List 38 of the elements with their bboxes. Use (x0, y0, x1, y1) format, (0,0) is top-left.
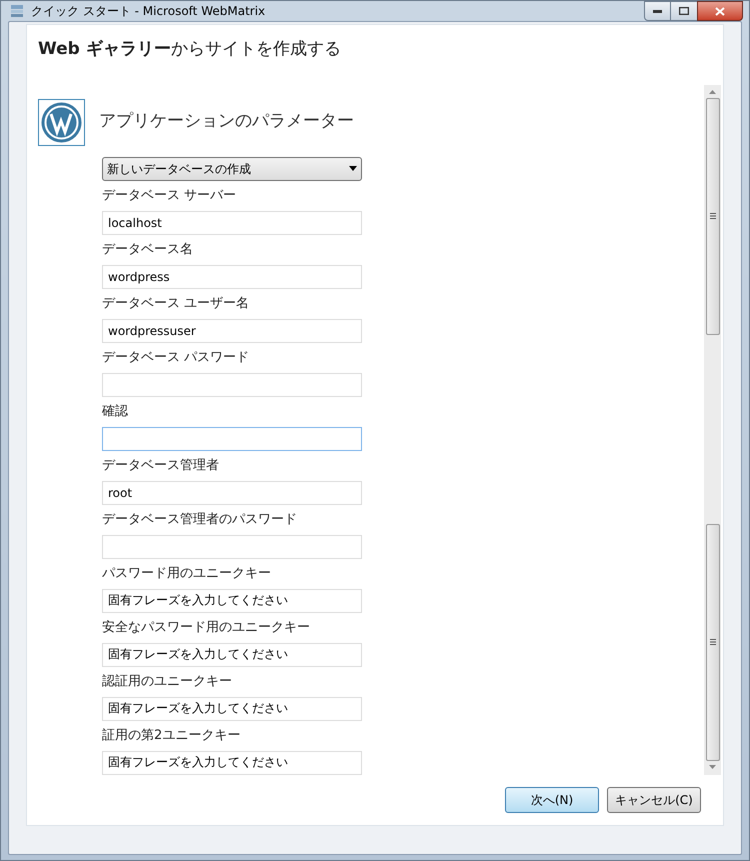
input-field[interactable]: wordpress (102, 264, 362, 288)
dialog-button[interactable]: キャンセル(C) (607, 786, 701, 812)
maximize-icon (679, 7, 689, 15)
input-field[interactable]: 固有フレーズを入力してください (102, 588, 362, 612)
dialog-button[interactable]: 次へ(N) (505, 786, 599, 812)
field-label: データベース名 (102, 240, 194, 258)
input-field[interactable]: localhost (102, 210, 362, 234)
close-button[interactable] (697, 1, 743, 21)
input-field[interactable]: 固有フレーズを入力してください (102, 696, 362, 720)
field-label: データベース ユーザー名 (102, 294, 250, 312)
field-label: データベース管理者のパスワード (102, 510, 298, 528)
caret-icon (349, 166, 357, 171)
field-label: データベース パスワード (102, 348, 250, 366)
minimize-icon (653, 10, 662, 12)
minimize-button[interactable] (644, 1, 671, 21)
window-title: クイック スタート - Microsoft WebMatrix (31, 3, 266, 20)
input-field[interactable]: wordpressuser (102, 318, 362, 342)
wordpress-logo (38, 98, 85, 146)
input-field[interactable]: 固有フレーズを入力してください (102, 642, 362, 666)
field-label: データベース サーバー (102, 186, 238, 204)
input-field[interactable]: root (102, 480, 362, 504)
field-label: データベース管理者 (102, 456, 220, 474)
input-field[interactable]: 固有フレーズを入力してください (102, 750, 362, 774)
input-field[interactable] (102, 372, 362, 396)
close-icon (715, 6, 725, 16)
input-field[interactable] (102, 534, 362, 558)
section-title: アプリケーションのパラメーター (99, 110, 354, 134)
scrollbar-drawing[interactable] (704, 84, 721, 774)
page-heading: Web ギャラリーからサイトを作成する (38, 39, 341, 59)
field-label: パスワード用のユニークキー (102, 564, 272, 582)
field-label: 証用の第2ユニークキー (102, 726, 242, 744)
input-field[interactable] (102, 426, 362, 450)
field-label: 認証用のユニークキー (102, 672, 233, 690)
maximize-button[interactable] (671, 1, 697, 21)
app-icon (9, 3, 25, 19)
field-label: 確認 (102, 402, 129, 420)
field-label: 安全なパスワード用のユニークキー (102, 618, 311, 636)
database-dropdown[interactable]: 新しいデータベースの作成 (102, 156, 362, 180)
